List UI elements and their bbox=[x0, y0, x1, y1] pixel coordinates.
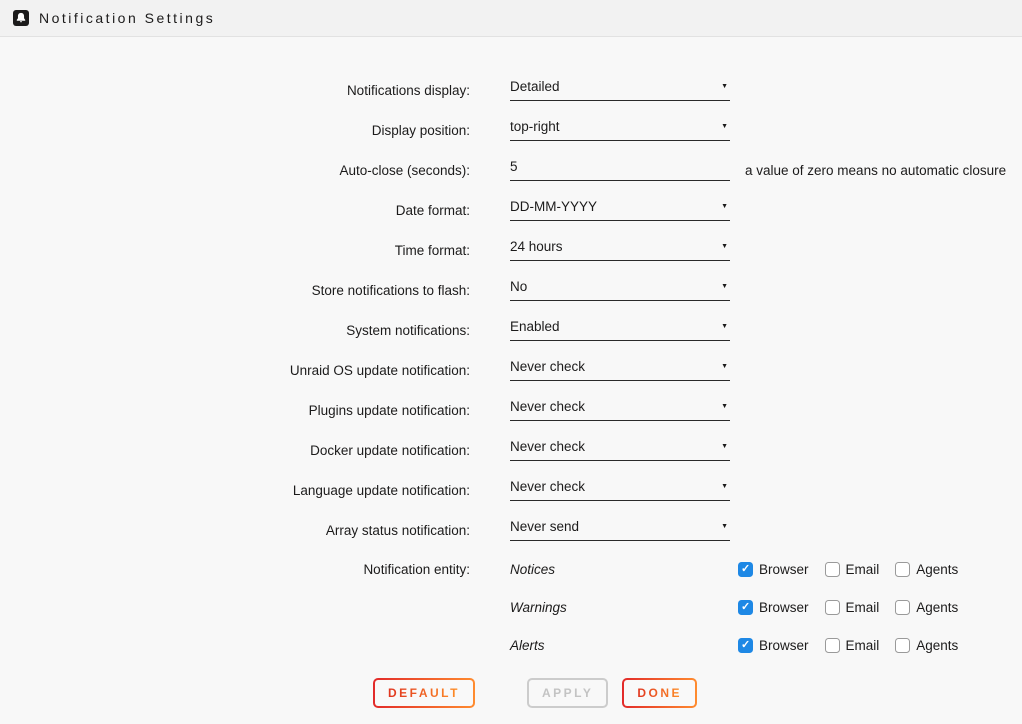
field-label: Unraid OS update notification: bbox=[0, 363, 470, 378]
form-row: Language update notification: Never chec… bbox=[0, 470, 1022, 510]
display-position-select[interactable]: top-right ▼ bbox=[510, 119, 730, 141]
form-row: Docker update notification: Never check … bbox=[0, 430, 1022, 470]
checkbox-icon[interactable] bbox=[738, 562, 753, 577]
chevron-down-icon: ▼ bbox=[721, 363, 728, 370]
notices-email-checkbox[interactable]: Email bbox=[825, 562, 880, 577]
field-label: Array status notification: bbox=[0, 523, 470, 538]
language-update-select[interactable]: Never check ▼ bbox=[510, 479, 730, 501]
chevron-down-icon: ▼ bbox=[721, 483, 728, 490]
unraid-os-update-select[interactable]: Never check ▼ bbox=[510, 359, 730, 381]
field-label: Auto-close (seconds): bbox=[0, 163, 470, 178]
entity-name: Alerts bbox=[510, 638, 738, 653]
form-row: Auto-close (seconds): 5 a value of zero … bbox=[0, 150, 1022, 190]
notification-bell-icon bbox=[13, 10, 29, 26]
checkbox-icon[interactable] bbox=[825, 562, 840, 577]
warnings-agents-checkbox[interactable]: Agents bbox=[895, 600, 958, 615]
select-value: Never check bbox=[510, 399, 585, 414]
select-value: DD-MM-YYYY bbox=[510, 199, 597, 214]
checkbox-icon[interactable] bbox=[895, 638, 910, 653]
select-value: No bbox=[510, 279, 527, 294]
checkbox-icon[interactable] bbox=[895, 600, 910, 615]
notifications-display-select[interactable]: Detailed ▼ bbox=[510, 79, 730, 101]
default-button[interactable]: DEFAULT bbox=[373, 678, 475, 708]
select-value: Never check bbox=[510, 359, 585, 374]
field-label: Notification entity: bbox=[0, 562, 470, 577]
plugins-update-select[interactable]: Never check ▼ bbox=[510, 399, 730, 421]
field-label: Docker update notification: bbox=[0, 443, 470, 458]
form-row: Unraid OS update notification: Never che… bbox=[0, 350, 1022, 390]
checkbox-icon[interactable] bbox=[738, 638, 753, 653]
field-label: Store notifications to flash: bbox=[0, 283, 470, 298]
form-row: Time format: 24 hours ▼ bbox=[0, 230, 1022, 270]
chevron-down-icon: ▼ bbox=[721, 523, 728, 530]
form-row: System notifications: Enabled ▼ bbox=[0, 310, 1022, 350]
alerts-browser-checkbox[interactable]: Browser bbox=[738, 638, 809, 653]
form-row: Array status notification: Never send ▼ bbox=[0, 510, 1022, 550]
form-row: Store notifications to flash: No ▼ bbox=[0, 270, 1022, 310]
entity-row-notices: Notification entity: Notices Browser Ema… bbox=[0, 550, 1022, 588]
checkbox-icon[interactable] bbox=[738, 600, 753, 615]
system-notifications-select[interactable]: Enabled ▼ bbox=[510, 319, 730, 341]
form-row: Notifications display: Detailed ▼ bbox=[0, 70, 1022, 110]
array-status-select[interactable]: Never send ▼ bbox=[510, 519, 730, 541]
page-title: Notification Settings bbox=[39, 10, 215, 26]
field-label: Date format: bbox=[0, 203, 470, 218]
entity-name: Warnings bbox=[510, 600, 738, 615]
checkbox-icon[interactable] bbox=[825, 638, 840, 653]
field-label: Display position: bbox=[0, 123, 470, 138]
field-label: Time format: bbox=[0, 243, 470, 258]
checkbox-icon[interactable] bbox=[825, 600, 840, 615]
date-format-select[interactable]: DD-MM-YYYY ▼ bbox=[510, 199, 730, 221]
warnings-browser-checkbox[interactable]: Browser bbox=[738, 600, 809, 615]
alerts-email-checkbox[interactable]: Email bbox=[825, 638, 880, 653]
form-row: Date format: DD-MM-YYYY ▼ bbox=[0, 190, 1022, 230]
store-notifications-flash-select[interactable]: No ▼ bbox=[510, 279, 730, 301]
select-value: Detailed bbox=[510, 79, 560, 94]
chevron-down-icon: ▼ bbox=[721, 403, 728, 410]
entity-row-alerts: Alerts Browser Email Agents bbox=[0, 626, 1022, 664]
notices-agents-checkbox[interactable]: Agents bbox=[895, 562, 958, 577]
entity-name: Notices bbox=[510, 562, 738, 577]
chevron-down-icon: ▼ bbox=[721, 83, 728, 90]
entity-row-warnings: Warnings Browser Email Agents bbox=[0, 588, 1022, 626]
button-row: DEFAULT APPLY DONE bbox=[373, 678, 1022, 708]
notices-browser-checkbox[interactable]: Browser bbox=[738, 562, 809, 577]
done-button[interactable]: DONE bbox=[622, 678, 697, 708]
docker-update-select[interactable]: Never check ▼ bbox=[510, 439, 730, 461]
select-value: Enabled bbox=[510, 319, 560, 334]
checkbox-icon[interactable] bbox=[895, 562, 910, 577]
alerts-agents-checkbox[interactable]: Agents bbox=[895, 638, 958, 653]
auto-close-input[interactable]: 5 bbox=[510, 159, 730, 181]
select-value: Never check bbox=[510, 439, 585, 454]
chevron-down-icon: ▼ bbox=[721, 443, 728, 450]
chevron-down-icon: ▼ bbox=[721, 243, 728, 250]
select-value: top-right bbox=[510, 119, 560, 134]
warnings-email-checkbox[interactable]: Email bbox=[825, 600, 880, 615]
select-value: Never send bbox=[510, 519, 579, 534]
select-value: Never check bbox=[510, 479, 585, 494]
form-row: Display position: top-right ▼ bbox=[0, 110, 1022, 150]
time-format-select[interactable]: 24 hours ▼ bbox=[510, 239, 730, 261]
field-label: Language update notification: bbox=[0, 483, 470, 498]
field-label: Plugins update notification: bbox=[0, 403, 470, 418]
auto-close-note: a value of zero means no automatic closu… bbox=[745, 163, 1006, 178]
form-row: Plugins update notification: Never check… bbox=[0, 390, 1022, 430]
apply-button[interactable]: APPLY bbox=[527, 678, 608, 708]
field-label: Notifications display: bbox=[0, 83, 470, 98]
input-value: 5 bbox=[510, 159, 518, 174]
field-label: System notifications: bbox=[0, 323, 470, 338]
chevron-down-icon: ▼ bbox=[721, 203, 728, 210]
chevron-down-icon: ▼ bbox=[721, 283, 728, 290]
chevron-down-icon: ▼ bbox=[721, 323, 728, 330]
chevron-down-icon: ▼ bbox=[721, 123, 728, 130]
page-header: Notification Settings bbox=[0, 0, 1022, 37]
select-value: 24 hours bbox=[510, 239, 563, 254]
notification-settings-form: Notifications display: Detailed ▼ Displa… bbox=[0, 37, 1022, 708]
